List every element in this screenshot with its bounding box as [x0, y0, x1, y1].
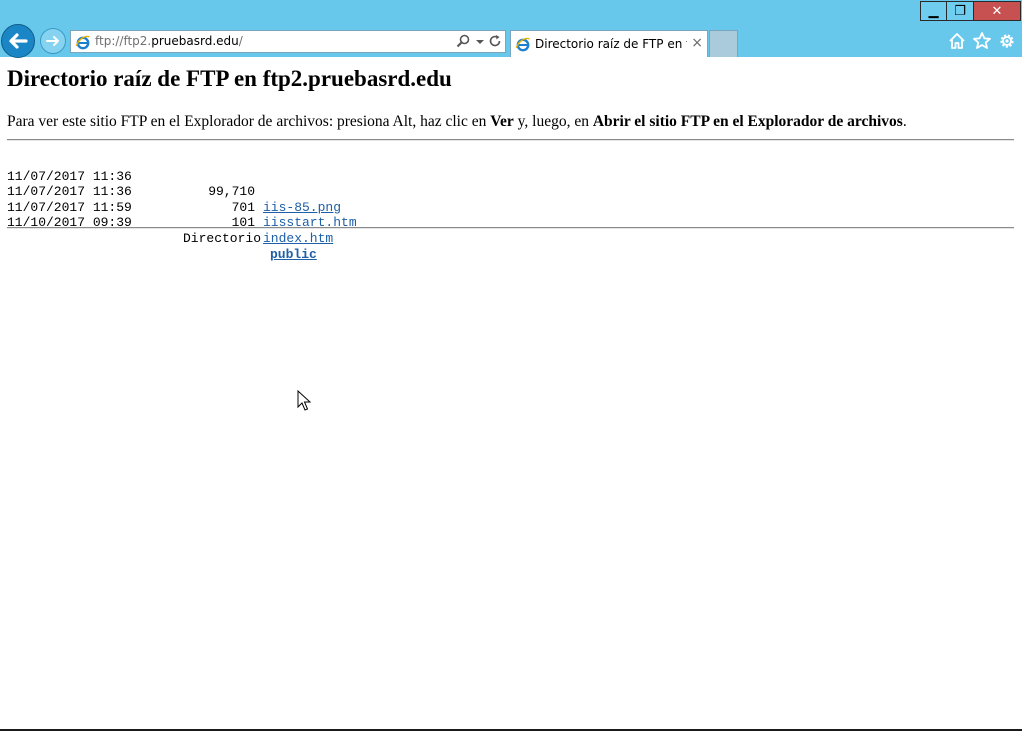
list-item: 11/07/2017 11:36 701 iisstart.htm — [7, 169, 357, 230]
list-item: 11/07/2017 11:36 99,710 iis-85.png — [7, 153, 341, 215]
dropdown-icon[interactable] — [472, 33, 488, 49]
instructions-bold-ver: Ver — [490, 113, 514, 130]
new-tab-button[interactable] — [709, 30, 738, 57]
address-url[interactable]: ftp://ftp2.pruebasrd.edu/ — [95, 34, 243, 48]
minimize-button[interactable]: ▁ — [920, 1, 947, 21]
ie-logo-icon — [515, 37, 530, 52]
file-listing: 11/07/2017 11:36 99,710 iis-85.png 11/07… — [7, 153, 357, 262]
tab-title: Directorio raíz de FTP en ftp... — [535, 37, 687, 51]
list-item-directory: 11/10/2017 09:39 Directorio public — [7, 200, 317, 261]
back-arrow-icon — [9, 33, 28, 49]
address-url-prefix: ftp://ftp2. — [95, 34, 152, 48]
directory-label: Directorio — [183, 230, 262, 246]
page-content: Directorio raíz de FTP en ftp2.pruebasrd… — [0, 57, 1022, 729]
instructions-part3: . — [902, 113, 907, 130]
favorites-star-icon[interactable] — [972, 31, 992, 51]
address-url-domain: pruebasrd.edu — [151, 34, 239, 48]
entry-size: 99,710 — [208, 184, 255, 200]
ie-logo-icon — [75, 35, 90, 50]
directory-link[interactable]: public — [270, 247, 317, 263]
instructions-bold-open: Abrir el sitio FTP en el Explorador de a… — [592, 113, 903, 130]
entry-link[interactable]: index.htm — [263, 231, 333, 247]
bottom-divider — [7, 227, 1014, 229]
instructions-part1: Para ver este sitio FTP en el Explorador… — [7, 113, 491, 130]
tab-close-icon[interactable]: × — [691, 35, 703, 51]
entry-link[interactable]: iis-85.png — [263, 200, 341, 216]
list-item: 11/07/2017 11:59 101 index.htm — [7, 184, 333, 246]
refresh-icon[interactable] — [487, 33, 503, 49]
tab-ftp-root[interactable]: Directorio raíz de FTP en ftp... × — [510, 30, 708, 57]
forward-arrow-icon — [46, 36, 59, 46]
instructions-text: Para ver este sitio FTP en el Explorador… — [7, 113, 907, 131]
address-url-suffix: / — [238, 34, 243, 48]
gear-icon[interactable] — [997, 31, 1017, 51]
instructions-part2: y, luego, en — [513, 113, 593, 130]
address-bar[interactable]: ftp://ftp2.pruebasrd.edu/ — [70, 30, 506, 53]
browser-chrome: ▁ ❐ ✕ ftp://ftp2.pruebasrd.edu/ Director… — [0, 0, 1022, 58]
restore-button[interactable]: ❐ — [946, 1, 974, 21]
close-window-button[interactable]: ✕ — [973, 1, 1021, 21]
forward-button[interactable] — [40, 28, 66, 54]
top-divider — [7, 139, 1014, 141]
entry-size: 701 — [231, 199, 255, 215]
page-title: Directorio raíz de FTP en ftp2.pruebasrd… — [7, 66, 452, 91]
search-icon[interactable] — [455, 33, 471, 49]
back-button[interactable] — [1, 24, 35, 58]
mouse-cursor-icon — [297, 390, 311, 411]
home-icon[interactable] — [947, 31, 967, 51]
